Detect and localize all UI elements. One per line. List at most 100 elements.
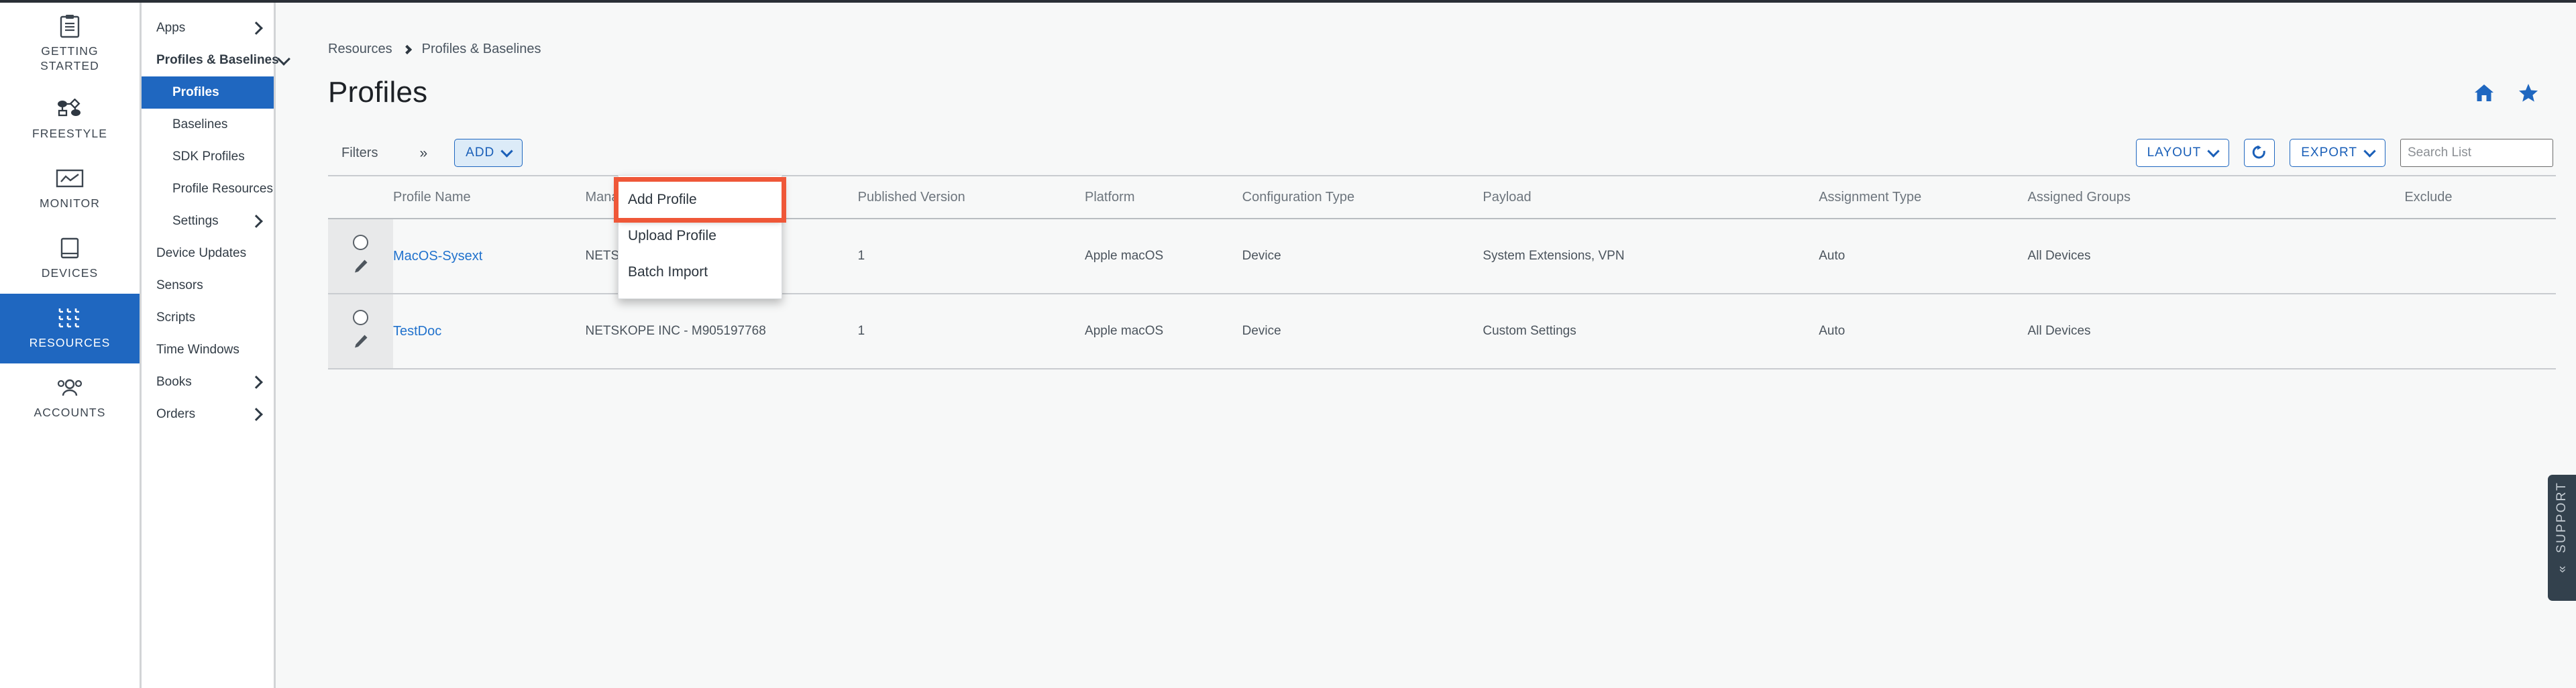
subnav-label: Apps xyxy=(156,21,186,35)
col-configuration-type[interactable]: Configuration Type xyxy=(1242,175,1483,219)
subnav-label: Profile Resources xyxy=(172,182,273,196)
primary-nav-rail: GETTING STARTED FREESTYLE MONITOR DEVICE… xyxy=(0,0,142,688)
subnav-item-sensors[interactable]: Sensors xyxy=(142,270,274,302)
menu-item-batch-import[interactable]: Batch Import xyxy=(619,254,782,290)
subnav-item-profiles[interactable]: Profiles xyxy=(142,76,274,109)
subnav-item-apps[interactable]: Apps xyxy=(142,12,274,44)
list-toolbar: Filters » ADD LAYOUT EXPORT xyxy=(328,131,2556,175)
export-button[interactable]: EXPORT xyxy=(2290,139,2385,167)
layout-button-label: LAYOUT xyxy=(2147,146,2202,160)
col-assignment-type[interactable]: Assignment Type xyxy=(1819,175,2028,219)
refresh-button[interactable] xyxy=(2244,139,2275,167)
cell-profile-name: TestDoc xyxy=(393,294,586,369)
subnav-item-scripts[interactable]: Scripts xyxy=(142,302,274,334)
rail-item-getting-started[interactable]: GETTING STARTED xyxy=(0,4,140,84)
rail-label: MONITOR xyxy=(39,196,100,211)
rail-label: DEVICES xyxy=(41,266,99,280)
application-window: GETTING STARTED FREESTYLE MONITOR DEVICE… xyxy=(0,0,2576,688)
row-radio[interactable] xyxy=(353,309,368,325)
add-dropdown-menu: Add Profile Upload Profile Batch Import xyxy=(614,175,786,299)
breadcrumb-profiles-baselines[interactable]: Profiles & Baselines xyxy=(422,42,541,57)
edit-icon[interactable] xyxy=(353,258,369,278)
menu-item-label: Batch Import xyxy=(628,264,708,280)
column-label: Published Version xyxy=(857,189,965,205)
profiles-list-card: Filters » ADD LAYOUT EXPORT Search List … xyxy=(328,131,2556,688)
col-payload[interactable]: Payload xyxy=(1483,175,1819,219)
export-button-label: EXPORT xyxy=(2301,146,2357,160)
col-assigned-groups[interactable]: Assigned Groups xyxy=(2027,175,2405,219)
row-select-cell xyxy=(328,219,393,294)
subnav-item-profiles-baselines[interactable]: Profiles & Baselines xyxy=(142,44,290,76)
menu-item-upload-profile[interactable]: Upload Profile xyxy=(619,218,782,254)
cell-payload: System Extensions, VPN xyxy=(1483,219,1819,294)
cell-published-version: 1 xyxy=(857,294,1085,369)
rail-label: GETTING STARTED xyxy=(40,44,99,73)
col-platform[interactable]: Platform xyxy=(1085,175,1242,219)
support-tab[interactable]: SUPPORT » xyxy=(2548,475,2576,601)
breadcrumb-resources[interactable]: Resources xyxy=(328,42,392,57)
cell-assigned-groups: All Devices xyxy=(2027,294,2405,369)
users-icon xyxy=(56,375,84,400)
edit-icon[interactable] xyxy=(353,333,369,353)
profile-name-link[interactable]: TestDoc xyxy=(393,324,441,339)
secondary-nav: Apps Profiles & Baselines Profiles Basel… xyxy=(142,0,290,688)
subnav-label: Sensors xyxy=(156,278,203,292)
page-header: Profiles xyxy=(276,57,2576,109)
column-label: Exclude xyxy=(2404,189,2453,205)
add-button[interactable]: ADD xyxy=(454,139,523,167)
clipboard-icon xyxy=(56,13,84,39)
subnav-label: Profiles & Baselines xyxy=(156,53,279,67)
profile-name-link[interactable]: MacOS-Sysext xyxy=(393,249,482,264)
row-radio[interactable] xyxy=(353,234,368,250)
rail-item-resources[interactable]: RESOURCES xyxy=(0,293,140,363)
subnav-item-settings[interactable]: Settings xyxy=(142,205,274,237)
support-tab-label: SUPPORT xyxy=(2555,481,2569,553)
subnav-item-orders[interactable]: Orders xyxy=(142,398,274,431)
search-input[interactable] xyxy=(2400,139,2553,167)
rail-label: RESOURCES xyxy=(29,336,111,350)
double-chevron-left-icon: » xyxy=(2555,565,2569,572)
subnav-label: Settings xyxy=(172,214,219,228)
col-exclude[interactable]: Exclude xyxy=(2404,175,2556,219)
rail-item-monitor[interactable]: MONITOR xyxy=(0,154,140,224)
menu-item-add-profile[interactable]: Add Profile xyxy=(614,177,786,223)
double-chevron-right-icon[interactable]: » xyxy=(419,146,427,160)
subnav-label: Books xyxy=(156,375,192,389)
col-published-version[interactable]: Published Version xyxy=(857,175,1085,219)
subnav-label: Profiles xyxy=(172,85,219,99)
cell-exclude xyxy=(2404,219,2556,294)
col-profile-name[interactable]: Profile Name xyxy=(393,175,586,219)
column-label: Assignment Type xyxy=(1819,189,1922,205)
subnav-item-books[interactable]: Books xyxy=(142,366,274,398)
rail-item-devices[interactable]: DEVICES xyxy=(0,224,140,294)
chevron-right-icon xyxy=(250,376,263,389)
layout-button[interactable]: LAYOUT xyxy=(2135,139,2230,167)
rail-item-freestyle[interactable]: FREESTYLE xyxy=(0,84,140,154)
chevron-right-icon xyxy=(402,44,412,54)
cell-configuration-type: Device xyxy=(1242,219,1483,294)
cell-platform: Apple macOS xyxy=(1085,219,1242,294)
rail-item-accounts[interactable]: ACCOUNTS xyxy=(0,363,140,433)
cell-configuration-type: Device xyxy=(1242,294,1483,369)
column-label: Platform xyxy=(1085,189,1135,205)
menu-item-label: Upload Profile xyxy=(628,228,716,243)
cell-published-version: 1 xyxy=(857,219,1085,294)
col-select xyxy=(328,175,393,219)
table-row[interactable]: TestDoc NETSKOPE INC - M905197768 1 Appl… xyxy=(328,294,2556,369)
subnav-item-profile-resources[interactable]: Profile Resources xyxy=(142,173,274,205)
cell-platform: Apple macOS xyxy=(1085,294,1242,369)
page-title: Profiles xyxy=(328,76,428,109)
subnav-label: Scripts xyxy=(156,310,196,325)
star-icon[interactable] xyxy=(2518,83,2538,103)
subnav-item-time-windows[interactable]: Time Windows xyxy=(142,334,274,366)
cell-assignment-type: Auto xyxy=(1819,294,2028,369)
subnav-item-sdk-profiles[interactable]: SDK Profiles xyxy=(142,141,274,173)
filters-label: Filters xyxy=(341,145,378,160)
add-button-label: ADD xyxy=(466,146,495,160)
subnav-item-baselines[interactable]: Baselines xyxy=(142,109,274,141)
home-icon[interactable] xyxy=(2474,84,2494,102)
cell-exclude xyxy=(2404,294,2556,369)
breadcrumb: Resources Profiles & Baselines xyxy=(276,0,2576,57)
subnav-item-device-updates[interactable]: Device Updates xyxy=(142,237,274,270)
subnav-label: Time Windows xyxy=(156,343,239,357)
